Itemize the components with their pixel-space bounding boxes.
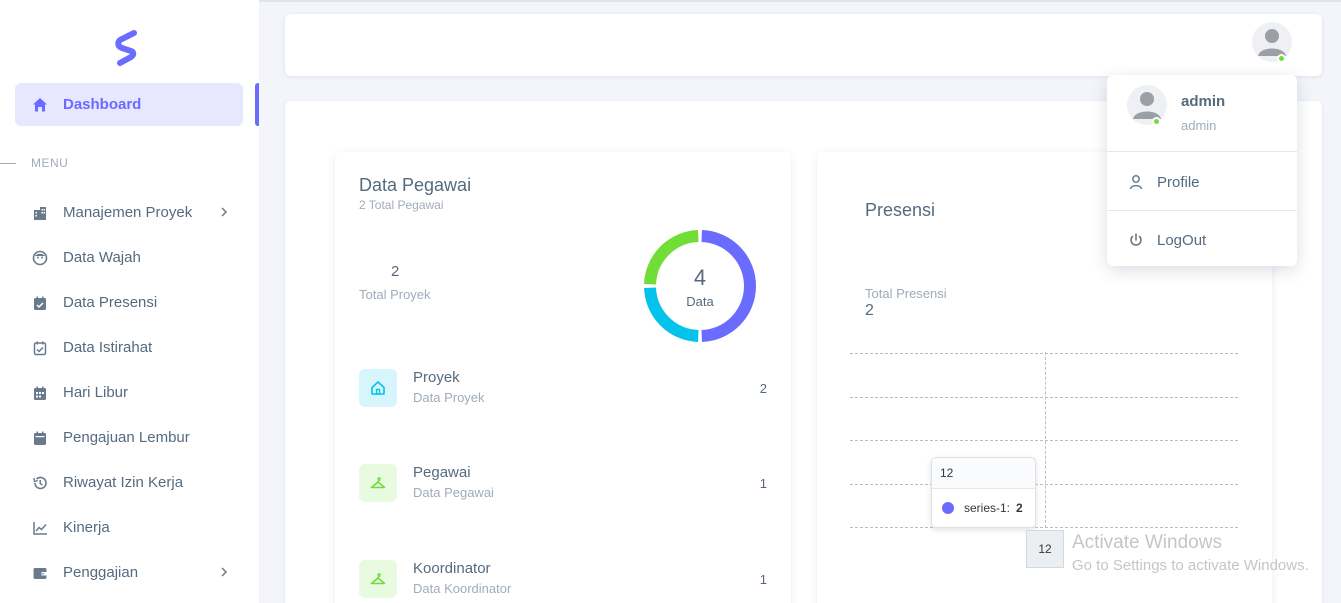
sidebar-item-manajemen-proyek[interactable]: Manajemen Proyek xyxy=(15,190,243,235)
hanger-icon xyxy=(359,560,397,598)
top-navbar xyxy=(285,14,1322,76)
profile-menu-item[interactable]: Profile xyxy=(1107,162,1297,202)
history-icon xyxy=(31,474,49,492)
tooltip-series-name: series-1: xyxy=(964,501,1011,515)
chart-gridline xyxy=(850,353,1238,354)
sidebar-item-dashboard[interactable]: Dashboard xyxy=(15,83,243,126)
series-marker-icon xyxy=(942,502,954,514)
calendar-grid-icon xyxy=(31,384,49,402)
sidebar-item-label: Pengajuan Lembur xyxy=(63,429,190,446)
chart-gridline xyxy=(850,397,1238,398)
user-name: admin xyxy=(1181,93,1226,110)
total-proyek-value: 2 xyxy=(391,263,400,280)
stat-row-value: 1 xyxy=(759,476,767,491)
chart-crosshair xyxy=(1045,352,1046,528)
power-icon xyxy=(1128,232,1144,248)
sidebar-item-label: Hari Libur xyxy=(63,384,129,401)
sidebar-item-pengajuan-lembur[interactable]: Pengajuan Lembur xyxy=(15,415,243,460)
divider xyxy=(1107,151,1297,152)
sidebar-item-label: Penggajian xyxy=(63,564,139,581)
donut-center-label: Data xyxy=(686,294,714,309)
building-icon xyxy=(31,204,49,222)
logout-label: LogOut xyxy=(1157,231,1207,249)
profile-label: Profile xyxy=(1157,173,1200,191)
chevron-right-icon xyxy=(217,205,231,219)
chart-gridline xyxy=(850,440,1238,441)
avatar[interactable] xyxy=(1252,22,1292,62)
total-proyek-label: Total Proyek xyxy=(359,287,431,302)
sidebar-item-label: Dashboard xyxy=(63,96,142,113)
chart-gridline xyxy=(850,484,1238,485)
sidebar-item-label: Data Istirahat xyxy=(63,339,153,356)
hanger-icon xyxy=(359,464,397,502)
sidebar-item-riwayat-izin-kerja[interactable]: Riwayat Izin Kerja xyxy=(15,460,243,505)
stat-row-subtitle: Data Proyek xyxy=(413,390,485,405)
sidebar-item-data-wajah[interactable]: Data Wajah xyxy=(15,235,243,280)
tooltip-series-value: 2 xyxy=(1016,501,1023,515)
avatar xyxy=(1127,85,1167,125)
sidebar-item-hari-libur[interactable]: Hari Libur xyxy=(15,370,243,415)
user-dropdown-menu: admin admin Profile LogOut xyxy=(1107,75,1297,266)
sidebar-item-penggajian[interactable]: Penggajian xyxy=(15,550,243,595)
online-status-dot xyxy=(1152,117,1161,126)
calendar-check-icon xyxy=(31,294,49,312)
stat-row-subtitle: Data Koordinator xyxy=(413,581,512,596)
tooltip-body: series-1: 2 xyxy=(932,489,1035,527)
pegawai-card-title: Data Pegawai xyxy=(359,175,472,195)
divider xyxy=(1107,210,1297,211)
tooltip-header: 12 xyxy=(932,458,1035,489)
stat-row-value: 2 xyxy=(759,381,767,396)
activation-watermark-title: Activate Windows xyxy=(1072,532,1222,553)
stat-row-title: Koordinator xyxy=(413,560,491,577)
logout-menu-item[interactable]: LogOut xyxy=(1107,220,1297,260)
user-avatar-icon xyxy=(1258,29,1286,56)
sidebar-nav: Manajemen Proyek Data Wajah Data Presensi D… xyxy=(15,190,243,595)
user-role: admin xyxy=(1181,118,1217,133)
sidebar-item-kinerja[interactable]: Kinerja xyxy=(15,505,243,550)
calendar-check-outline-icon xyxy=(31,339,49,357)
app-logo-icon[interactable] xyxy=(114,30,140,66)
face-icon xyxy=(31,249,49,267)
chevron-right-icon xyxy=(217,565,231,579)
data-pegawai-card xyxy=(335,152,791,603)
menu-section-header: MENU xyxy=(0,154,259,172)
active-indicator xyxy=(255,83,259,126)
chart-tooltip: 12 series-1: 2 xyxy=(931,457,1036,528)
sidebar-item-label: Manajemen Proyek xyxy=(63,204,193,221)
user-icon xyxy=(1128,174,1144,190)
presensi-card-title: Presensi xyxy=(865,200,936,220)
x-axis-tooltip-label: 12 xyxy=(1026,530,1064,568)
sidebar-item-data-presensi[interactable]: Data Presensi xyxy=(15,280,243,325)
wallet-icon xyxy=(31,564,49,582)
sidebar-item-data-istirahat[interactable]: Data Istirahat xyxy=(15,325,243,370)
stat-row-title: Pegawai xyxy=(413,464,471,481)
online-status-dot xyxy=(1277,54,1286,63)
stat-row-subtitle: Data Pegawai xyxy=(413,485,494,500)
donut-center-value: 4 xyxy=(693,265,707,290)
sidebar-item-label: Data Presensi xyxy=(63,294,158,311)
total-presensi-label: Total Presensi xyxy=(865,286,947,301)
home-icon xyxy=(31,96,49,114)
user-avatar-icon xyxy=(1133,92,1161,119)
sidebar-item-label: Data Wajah xyxy=(63,249,141,266)
home-outline-icon xyxy=(359,369,397,407)
menu-header-label: MENU xyxy=(31,156,69,170)
chart-gridline xyxy=(850,527,1238,528)
sidebar-item-label: Kinerja xyxy=(63,519,110,536)
stat-row-value: 1 xyxy=(759,572,767,587)
line-chart-icon xyxy=(31,519,49,537)
divider xyxy=(0,162,16,164)
activation-watermark-subtitle: Go to Settings to activate Windows. xyxy=(1072,557,1309,574)
stat-row-title: Proyek xyxy=(413,369,460,386)
pegawai-card-subtitle: 2 Total Pegawai xyxy=(359,198,444,212)
total-presensi-value: 2 xyxy=(865,302,874,319)
calendar-icon xyxy=(31,429,49,447)
sidebar-item-label: Riwayat Izin Kerja xyxy=(63,474,184,491)
